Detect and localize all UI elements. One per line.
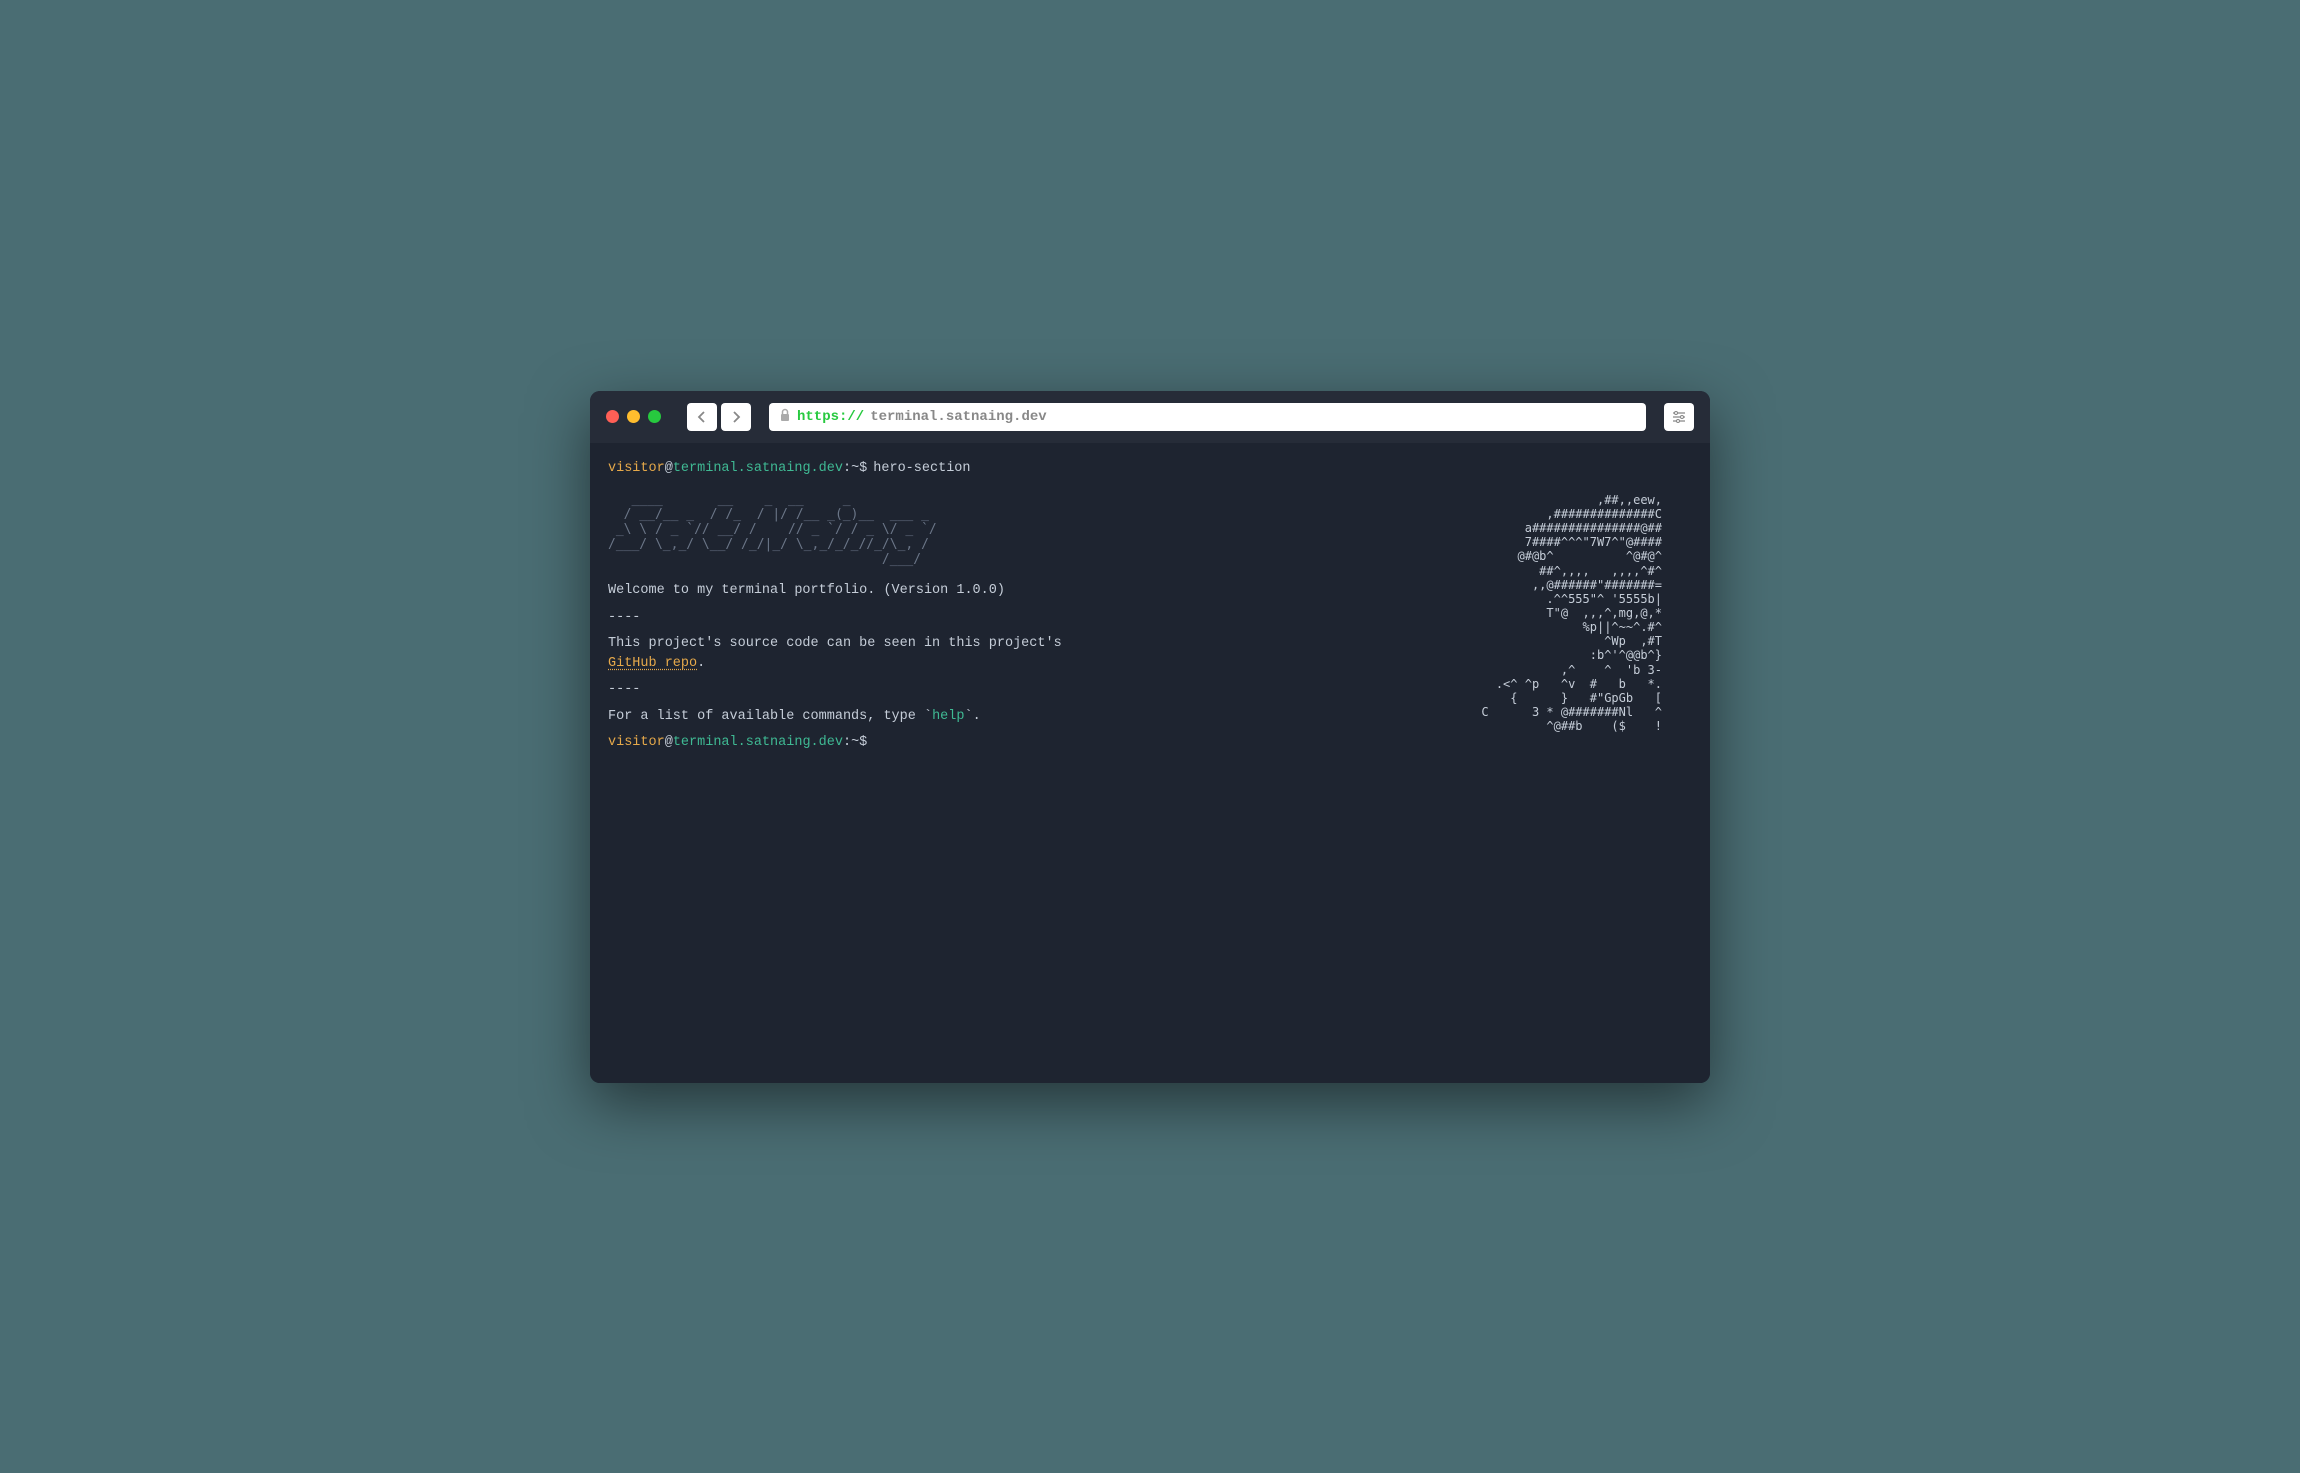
minimize-icon[interactable] bbox=[627, 410, 640, 423]
address-bar[interactable]: https:// terminal.satnaing.dev bbox=[769, 403, 1646, 431]
source-line: This project's source code can be seen i… bbox=[608, 634, 1412, 675]
back-button[interactable] bbox=[687, 403, 717, 431]
prompt-path: :~$ bbox=[843, 733, 867, 753]
nav-buttons bbox=[687, 403, 751, 431]
help-suffix: `. bbox=[964, 709, 980, 724]
prompt-command: hero-section bbox=[873, 459, 970, 479]
source-suffix: . bbox=[697, 656, 705, 671]
lock-icon bbox=[779, 408, 791, 426]
traffic-lights bbox=[606, 410, 661, 423]
menu-button[interactable] bbox=[1664, 403, 1694, 431]
chevron-right-icon bbox=[731, 411, 741, 423]
source-prefix: This project's source code can be seen i… bbox=[608, 636, 1062, 651]
prompt-line: visitor@terminal.satnaing.dev:~$ hero-se… bbox=[608, 459, 1692, 479]
sliders-icon bbox=[1672, 411, 1686, 423]
welcome-text: Welcome to my terminal portfolio. (Versi… bbox=[608, 581, 1412, 601]
url-host: terminal.satnaing.dev bbox=[870, 409, 1046, 425]
maximize-icon[interactable] bbox=[648, 410, 661, 423]
ascii-art: ,##,,eew, ,##############C a############… bbox=[1452, 493, 1692, 734]
prompt-host: terminal.satnaing.dev bbox=[673, 459, 843, 479]
left-column: ____ __ _ __ _ / __/__ _ / /_ / |/ /__ _… bbox=[608, 493, 1412, 753]
prompt-user: visitor bbox=[608, 733, 665, 753]
prompt-at: @ bbox=[665, 459, 673, 479]
prompt-path: :~$ bbox=[843, 459, 867, 479]
help-line: For a list of available commands, type `… bbox=[608, 707, 1412, 727]
divider-2: ---- bbox=[608, 680, 1412, 700]
prompt-idle[interactable]: visitor@terminal.satnaing.dev:~$ bbox=[608, 733, 1412, 753]
url-scheme: https:// bbox=[797, 409, 864, 425]
forward-button[interactable] bbox=[721, 403, 751, 431]
browser-window: https://terminal.satnaing.dev visitor@te… bbox=[590, 391, 1710, 1083]
terminal-body[interactable]: visitor@terminal.satnaing.dev:~$ hero-se… bbox=[590, 443, 1710, 1083]
ascii-title: ____ __ _ __ _ / __/__ _ / /_ / |/ /__ _… bbox=[608, 493, 1412, 568]
title-bar: https:// terminal.satnaing.dev bbox=[590, 391, 1710, 443]
help-command: help bbox=[932, 709, 964, 724]
prompt-host: terminal.satnaing.dev bbox=[673, 733, 843, 753]
prompt-at: @ bbox=[665, 733, 673, 753]
help-prefix: For a list of available commands, type ` bbox=[608, 709, 932, 724]
chevron-left-icon bbox=[697, 411, 707, 423]
prompt-user: visitor bbox=[608, 459, 665, 479]
close-icon[interactable] bbox=[606, 410, 619, 423]
content-row: ____ __ _ __ _ / __/__ _ / /_ / |/ /__ _… bbox=[608, 493, 1692, 753]
github-repo-link[interactable]: GitHub repo bbox=[608, 656, 697, 671]
divider: ---- bbox=[608, 608, 1412, 628]
